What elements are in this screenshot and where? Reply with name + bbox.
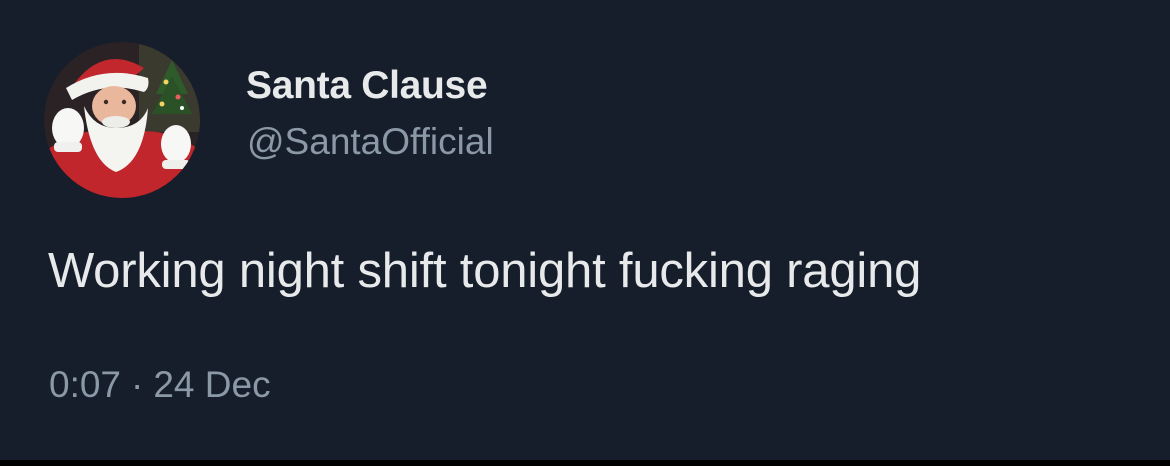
tweet-time: 0:07 [49,364,122,405]
bottom-divider [0,460,1170,466]
author-handle[interactable]: @SantaOfficial [247,121,494,163]
tweet-text: Working night shift tonight fucking ragi… [48,244,922,298]
avatar[interactable] [44,42,200,198]
tweet-card: Santa Clause @SantaOfficial Working nigh… [0,0,1170,460]
tweet-timestamp[interactable]: 0:07 · 24 Dec [49,364,271,406]
meta-separator: · [131,364,144,405]
tweet-date: 24 Dec [153,364,271,405]
author-display-name[interactable]: Santa Clause [246,64,488,108]
santa-avatar-icon [44,42,200,198]
